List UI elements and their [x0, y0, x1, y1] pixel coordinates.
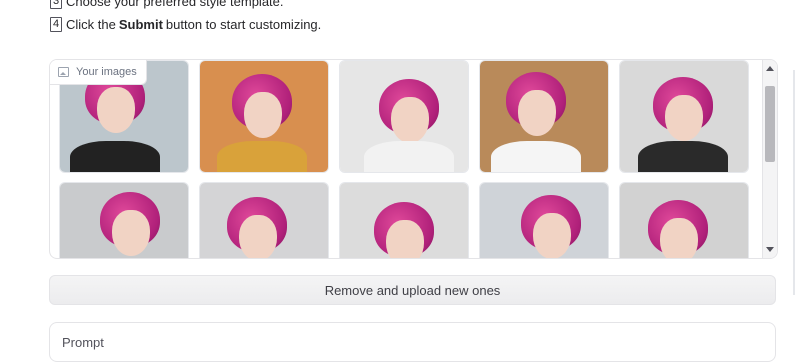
scroll-up-arrow-icon[interactable] — [766, 66, 774, 71]
image-icon — [58, 67, 69, 77]
step-text: Choose your preferred style template. — [66, 0, 284, 9]
image-thumbnail[interactable] — [619, 60, 749, 173]
prompt-label: Prompt — [62, 335, 104, 350]
step-number: 4 — [50, 17, 62, 32]
image-thumbnail[interactable] — [479, 182, 609, 258]
image-thumbnail[interactable] — [199, 60, 329, 173]
step-3: 3 Choose your preferred style template. — [50, 0, 284, 9]
scroll-thumb[interactable] — [765, 86, 775, 162]
image-thumbnail[interactable] — [339, 182, 469, 258]
step-text-post: button to start customizing. — [165, 17, 322, 32]
remove-and-upload-button[interactable]: Remove and upload new ones — [49, 275, 776, 305]
image-thumbnail[interactable] — [479, 60, 609, 173]
gallery-label-text: Your images — [76, 66, 137, 78]
scroll-down-arrow-icon[interactable] — [766, 247, 774, 252]
step-number: 3 — [50, 0, 62, 9]
image-thumbnail[interactable] — [339, 60, 469, 173]
image-thumbnail[interactable] — [59, 182, 189, 258]
step-text-pre: Click the — [66, 17, 116, 32]
prompt-field[interactable]: Prompt — [49, 322, 776, 362]
step-4: 4 Click the Submit button to start custo… — [50, 17, 321, 32]
image-thumbnail[interactable] — [199, 182, 329, 258]
gallery-scrollbar[interactable] — [762, 60, 777, 258]
gallery-label: Your images — [50, 60, 147, 85]
image-gallery[interactable]: Your images — [49, 59, 778, 259]
image-thumbnail[interactable] — [619, 182, 749, 258]
step-text-bold: Submit — [118, 17, 163, 32]
